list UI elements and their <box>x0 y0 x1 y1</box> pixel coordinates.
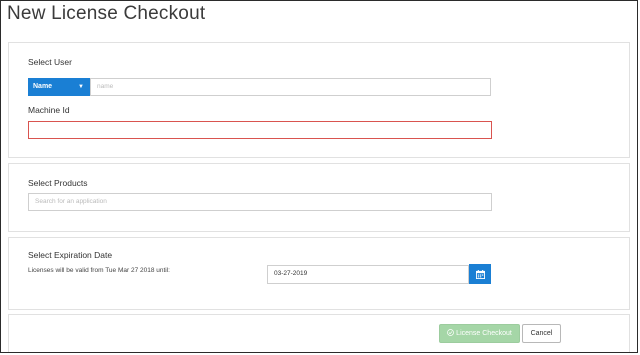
calendar-icon <box>475 269 485 279</box>
validity-text: Licenses will be valid from Tue Mar 27 2… <box>28 267 170 274</box>
calendar-button[interactable] <box>469 264 491 284</box>
select-user-section <box>8 42 630 158</box>
expiration-date-value: 03-27-2019 <box>274 270 308 277</box>
select-products-label: Select Products <box>28 178 88 188</box>
expiration-date-input[interactable]: 03-27-2019 <box>267 265 469 284</box>
product-search-input[interactable]: Search for an application <box>28 193 492 211</box>
license-checkout-button[interactable]: License Checkout <box>439 324 520 343</box>
product-search-placeholder: Search for an application <box>35 198 107 205</box>
expiration-date-label: Select Expiration Date <box>28 250 113 260</box>
machine-id-input[interactable] <box>28 121 492 139</box>
select-user-label: Select User <box>28 57 72 67</box>
user-name-input[interactable]: name <box>90 78 491 96</box>
cancel-button[interactable]: Cancel <box>522 324 561 343</box>
machine-id-label: Machine Id <box>28 105 70 115</box>
check-circle-icon <box>447 329 455 336</box>
user-name-placeholder: name <box>97 83 114 90</box>
license-checkout-label: License Checkout <box>456 330 512 337</box>
user-search-type-dropdown[interactable]: Name ▼ <box>28 78 90 96</box>
page-title: New License Checkout <box>7 3 206 24</box>
cancel-label: Cancel <box>530 330 553 337</box>
user-search-type-value: Name <box>33 83 53 90</box>
caret-down-icon: ▼ <box>78 84 84 90</box>
